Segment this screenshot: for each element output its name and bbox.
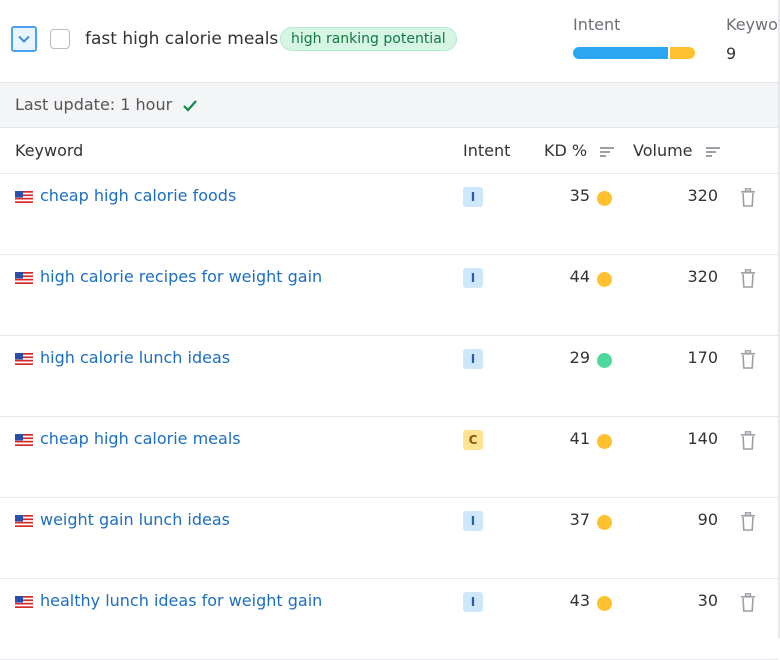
trash-icon[interactable] <box>740 593 756 612</box>
table-row: high calorie lunch ideas I 29 170 <box>0 336 778 417</box>
table-row: weight gain lunch ideas I 37 90 <box>0 498 778 579</box>
table-row: high calorie recipes for weight gain I 4… <box>0 255 778 336</box>
keyword-link[interactable]: healthy lunch ideas for weight gain <box>40 591 322 610</box>
keyword-link[interactable]: cheap high calorie foods <box>40 186 236 205</box>
kd-value: 43 <box>569 591 590 610</box>
column-header-intent[interactable]: Intent <box>463 141 510 160</box>
kd-difficulty-dot <box>597 596 612 611</box>
volume-value: 90 <box>697 510 718 529</box>
keyword-link[interactable]: high calorie recipes for weight gain <box>40 267 322 286</box>
chevron-down-icon <box>18 35 30 43</box>
kd-value: 35 <box>569 186 590 205</box>
keyword-link[interactable]: high calorie lunch ideas <box>40 348 230 367</box>
intent-tag: I <box>463 511 483 531</box>
trash-icon[interactable] <box>740 350 756 369</box>
kd-difficulty-dot <box>597 434 612 449</box>
volume-value: 320 <box>687 267 718 286</box>
kd-difficulty-dot <box>597 515 612 530</box>
volume-header-label: Volume <box>633 141 693 160</box>
column-header-keyword[interactable]: Keyword <box>15 141 83 160</box>
keywords-count-label: Keywo <box>726 15 778 34</box>
kd-value: 41 <box>569 429 590 448</box>
us-flag-icon <box>15 434 33 446</box>
sort-icon[interactable] <box>600 146 615 158</box>
us-flag-icon <box>15 596 33 608</box>
kd-header-label: KD % <box>544 141 588 160</box>
volume-value: 30 <box>697 591 718 610</box>
table-row: cheap high calorie meals C 41 140 <box>0 417 778 498</box>
kd-difficulty-dot <box>597 353 612 368</box>
kd-difficulty-dot <box>597 272 612 287</box>
collapse-group-button[interactable] <box>11 26 37 52</box>
trash-icon[interactable] <box>740 512 756 531</box>
ranking-potential-badge: high ranking potential <box>280 27 457 51</box>
table-row: cheap high calorie foods I 35 320 <box>0 174 778 255</box>
us-flag-icon <box>15 191 33 203</box>
keywords-count-value: 9 <box>726 44 737 63</box>
trash-icon[interactable] <box>740 269 756 288</box>
trash-icon[interactable] <box>740 431 756 450</box>
keyword-link[interactable]: cheap high calorie meals <box>40 429 241 448</box>
intent-tag: I <box>463 268 483 288</box>
last-update-status: Last update: 1 hour <box>15 95 198 114</box>
volume-value: 320 <box>687 186 718 205</box>
intent-distribution-bar <box>573 47 695 59</box>
check-icon <box>183 99 198 112</box>
column-header-kd[interactable]: KD % <box>544 141 615 160</box>
intent-tag: I <box>463 349 483 369</box>
volume-value: 140 <box>687 429 718 448</box>
kd-value: 44 <box>569 267 590 286</box>
intent-informational-segment <box>573 47 668 59</box>
sort-icon[interactable] <box>705 146 720 158</box>
us-flag-icon <box>15 515 33 527</box>
group-title: fast high calorie meals <box>85 29 279 49</box>
volume-value: 170 <box>687 348 718 367</box>
us-flag-icon <box>15 272 33 284</box>
table-row: healthy lunch ideas for weight gain I 43… <box>0 579 778 660</box>
us-flag-icon <box>15 353 33 365</box>
intent-tag: I <box>463 187 483 207</box>
intent-tag: C <box>463 430 483 450</box>
intent-tag: I <box>463 592 483 612</box>
trash-icon[interactable] <box>740 188 756 207</box>
kd-value: 29 <box>569 348 590 367</box>
intent-summary-label: Intent <box>573 15 621 34</box>
intent-commercial-segment <box>670 47 695 59</box>
column-header-volume[interactable]: Volume <box>633 141 720 160</box>
last-update-text: Last update: 1 hour <box>15 95 173 114</box>
kd-difficulty-dot <box>597 191 612 206</box>
keyword-link[interactable]: weight gain lunch ideas <box>40 510 230 529</box>
group-checkbox[interactable] <box>50 29 70 49</box>
kd-value: 37 <box>569 510 590 529</box>
